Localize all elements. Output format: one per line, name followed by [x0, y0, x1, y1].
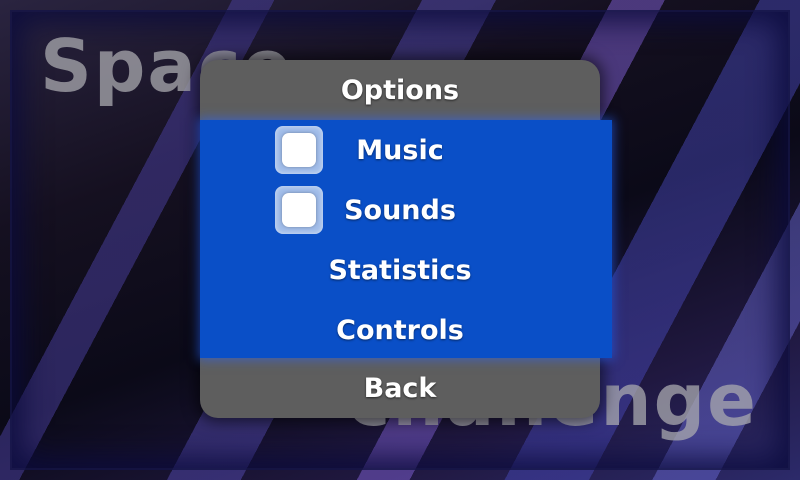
back-button[interactable]: Back [200, 358, 600, 418]
statistics-label: Statistics [328, 254, 472, 286]
music-option[interactable]: Music [200, 120, 600, 180]
music-label: Music [356, 134, 444, 166]
sounds-option[interactable]: Sounds [200, 180, 600, 240]
music-checkbox[interactable] [275, 126, 323, 174]
options-dialog: Options Music Sounds Statistics Controls… [200, 60, 612, 418]
options-list: Music Sounds Statistics Controls [200, 120, 612, 358]
statistics-option[interactable]: Statistics [200, 240, 600, 300]
controls-option[interactable]: Controls [200, 300, 600, 360]
dialog-title: Options [340, 74, 460, 106]
controls-label: Controls [336, 314, 464, 346]
sounds-checkbox[interactable] [275, 186, 323, 234]
sounds-label: Sounds [344, 194, 456, 226]
